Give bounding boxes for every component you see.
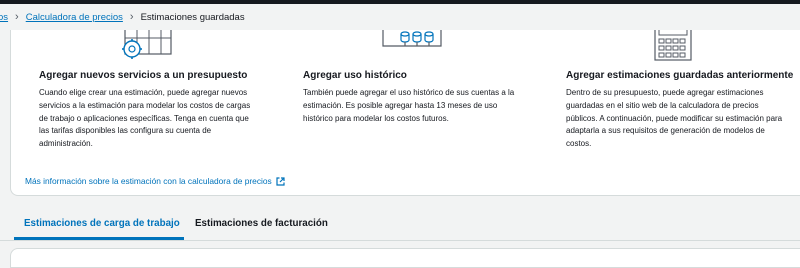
info-panel: Agregar nuevos servicios a un presupuest… [10, 30, 800, 196]
learn-more-link[interactable]: Más información sobre la estimación con … [25, 176, 285, 186]
feature-title: Agregar nuevos servicios a un presupuest… [39, 70, 248, 81]
breadcrumb: os › Calculadora de precios › Estimacion… [0, 4, 800, 30]
historical-usage-icon [382, 30, 442, 47]
chevron-right-icon: › [129, 10, 134, 23]
calculator-icon [654, 30, 692, 61]
feature-title: Agregar estimaciones guardadas anteriorm… [566, 70, 794, 81]
feature-title: Agregar uso histórico [303, 70, 407, 81]
gear-grid-icon [122, 30, 172, 59]
feature-description: También puede agregar el uso histórico d… [303, 88, 515, 123]
external-link-icon [276, 176, 285, 186]
tab-workload-estimates[interactable]: Estimaciones de carga de trabajo [24, 210, 180, 238]
feature-description: Dentro de su presupuesto, puede agregar … [566, 88, 783, 149]
breadcrumb-link-home[interactable]: os [0, 12, 8, 23]
feature-description: Cuando elige crear una estimación, puede… [39, 88, 251, 149]
chevron-right-icon: › [15, 10, 19, 23]
breadcrumb-current: Estimaciones guardadas [140, 11, 245, 23]
estimate-tabs: Estimaciones de carga de trabajo Estimac… [0, 210, 800, 241]
tabs-divider [0, 240, 800, 241]
breadcrumb-link-calculator[interactable]: Calculadora de precios [26, 12, 123, 23]
tab-billing-estimates[interactable]: Estimaciones de facturación [195, 210, 328, 238]
learn-more-label: Más información sobre la estimación con … [25, 176, 272, 186]
estimates-table-panel [10, 248, 800, 268]
